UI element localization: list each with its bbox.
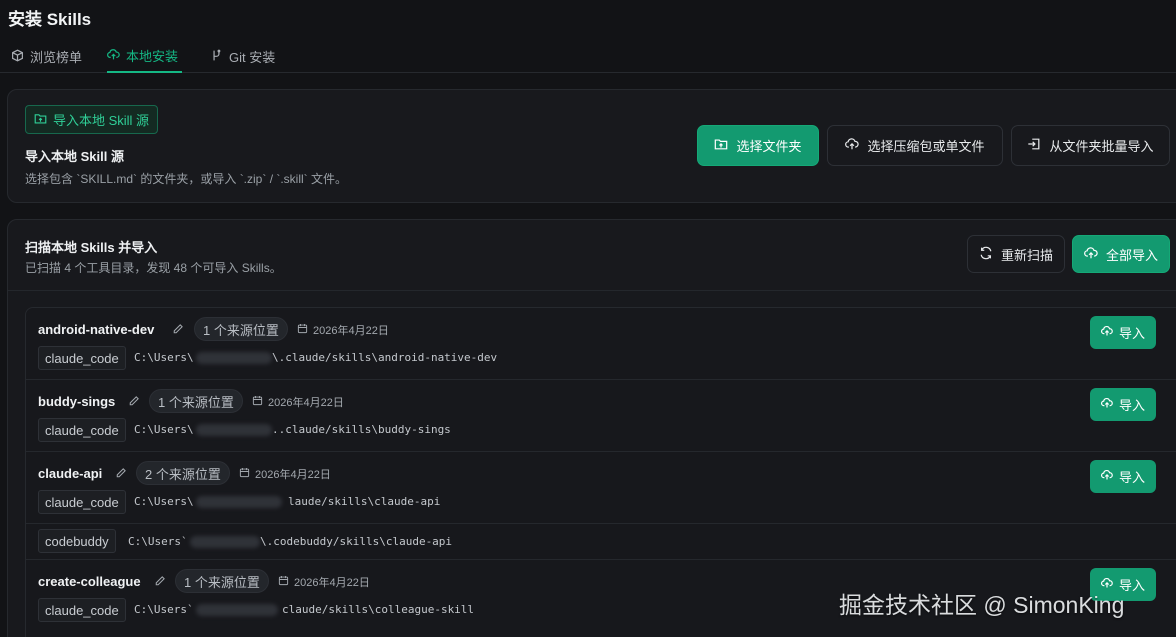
path-suffix: \.codebuddy/skills\claude-api bbox=[260, 535, 453, 548]
date-label: 2026年4月22日 bbox=[239, 466, 331, 482]
redacted-username bbox=[196, 496, 282, 508]
folder-upload-icon bbox=[34, 112, 47, 128]
import-button[interactable]: 导入 bbox=[1090, 388, 1156, 421]
rescan-label: 重新扫描 bbox=[1000, 247, 1053, 263]
scan-divider bbox=[8, 290, 1176, 291]
cube-icon bbox=[11, 49, 24, 65]
tab-git-label: Git 安装 bbox=[229, 50, 276, 65]
rescan-button[interactable]: 重新扫描 bbox=[967, 235, 1065, 273]
import-source-chip: 导入本地 Skill 源 bbox=[25, 105, 159, 134]
path-prefix: C:\Users` bbox=[134, 603, 194, 616]
redacted-username bbox=[196, 352, 272, 364]
import-source-chip-label: 导入本地 Skill 源 bbox=[53, 113, 150, 128]
skill-name: create-colleague bbox=[38, 574, 141, 589]
import-label: 导入 bbox=[1118, 470, 1145, 485]
tab-local[interactable]: 本地安装 bbox=[107, 40, 183, 73]
tool-tag: claude_code bbox=[38, 490, 126, 514]
sources-badge: 2 个来源位置 bbox=[136, 461, 230, 485]
date-text: 2026年4月22日 bbox=[268, 397, 344, 409]
watermark: 掘金技术社区 @ SimonKing bbox=[839, 592, 1125, 618]
skill-name: android-native-dev bbox=[38, 322, 155, 337]
cloud-upload-icon bbox=[1100, 469, 1113, 484]
tab-browse[interactable]: 浏览榜单 bbox=[11, 40, 82, 73]
skill-row: claude-api 2 个来源位置 2026年4月22日 claude_cod… bbox=[26, 452, 1176, 524]
path-suffix: ..claude/skills\buddy-sings bbox=[272, 423, 451, 436]
skill-row: buddy-sings 1 个来源位置 2026年4月22日 claude_co… bbox=[26, 380, 1176, 452]
sources-badge: 1 个来源位置 bbox=[149, 389, 243, 413]
import-button[interactable]: 导入 bbox=[1090, 316, 1156, 349]
tool-tag: codebuddy bbox=[38, 529, 116, 553]
date-text: 2026年4月22日 bbox=[255, 469, 331, 481]
redacted-username bbox=[196, 604, 278, 616]
path-prefix: C:\Users` bbox=[128, 535, 188, 548]
path-prefix: C:\Users\ bbox=[134, 423, 194, 436]
calendar-icon bbox=[297, 323, 308, 337]
skill-source-row: codebuddy C:\Users` \.codebuddy/skills\c… bbox=[26, 524, 1176, 560]
git-icon bbox=[210, 49, 223, 65]
path-suffix: claude/skills\colleague-skill bbox=[282, 603, 475, 616]
skill-name: buddy-sings bbox=[38, 394, 116, 409]
sources-badge: 1 个来源位置 bbox=[175, 569, 269, 593]
date-text: 2026年4月22日 bbox=[294, 577, 370, 589]
import-source-description: 选择包含 `SKILL.md` 的文件夹，或导入 `.zip` / `.skil… bbox=[25, 172, 348, 186]
import-source-card: 导入本地 Skill 源 导入本地 Skill 源 选择包含 `SKILL.md… bbox=[7, 89, 1176, 203]
date-text: 2026年4月22日 bbox=[313, 325, 389, 337]
import-button[interactable]: 导入 bbox=[1090, 460, 1156, 493]
tool-tag: claude_code bbox=[38, 346, 126, 370]
calendar-icon bbox=[252, 395, 263, 409]
tool-tag: claude_code bbox=[38, 418, 126, 442]
date-label: 2026年4月22日 bbox=[278, 574, 370, 590]
tab-git[interactable]: Git 安装 bbox=[210, 40, 275, 73]
pencil-icon[interactable] bbox=[115, 467, 127, 479]
import-all-button[interactable]: 全部导入 bbox=[1072, 235, 1170, 273]
choose-archive-label: 选择压缩包或单文件 bbox=[867, 139, 985, 154]
choose-archive-button[interactable]: 选择压缩包或单文件 bbox=[827, 125, 1003, 166]
tab-browse-label: 浏览榜单 bbox=[30, 50, 83, 65]
tab-bar: 浏览榜单 本地安装 Git 安装 bbox=[0, 40, 1176, 73]
pencil-icon[interactable] bbox=[128, 395, 140, 407]
calendar-icon bbox=[239, 467, 250, 481]
import-all-label: 全部导入 bbox=[1105, 247, 1158, 263]
cloud-upload-icon bbox=[1100, 325, 1113, 340]
cloud-upload-icon bbox=[1084, 246, 1098, 263]
import-label: 导入 bbox=[1118, 326, 1145, 341]
calendar-icon bbox=[278, 575, 289, 589]
path-suffix: laude/skills\claude-api bbox=[288, 495, 441, 508]
skill-row: android-native-dev 1 个来源位置 2026年4月22日 cl… bbox=[26, 308, 1176, 380]
cloud-upload-icon bbox=[845, 137, 860, 154]
date-label: 2026年4月22日 bbox=[297, 322, 389, 338]
pencil-icon[interactable] bbox=[154, 575, 166, 587]
path-prefix: C:\Users\ bbox=[134, 495, 194, 508]
import-source-heading: 导入本地 Skill 源 bbox=[25, 149, 124, 164]
tab-local-label: 本地安装 bbox=[126, 49, 179, 64]
date-label: 2026年4月22日 bbox=[252, 394, 344, 410]
redacted-username bbox=[190, 536, 260, 548]
redacted-username bbox=[196, 424, 272, 436]
path-suffix: \.claude/skills\android-native-dev bbox=[272, 351, 498, 364]
batch-import-label: 从文件夹批量导入 bbox=[1049, 139, 1154, 154]
scan-card: 扫描本地 Skills 并导入 已扫描 4 个工具目录，发现 48 个可导入 S… bbox=[7, 219, 1176, 637]
tool-tag: claude_code bbox=[38, 598, 126, 622]
folder-upload-icon bbox=[714, 137, 728, 154]
choose-folder-button[interactable]: 选择文件夹 bbox=[697, 125, 819, 166]
pencil-icon[interactable] bbox=[172, 323, 184, 335]
cloud-upload-icon bbox=[107, 48, 120, 64]
scan-heading: 扫描本地 Skills 并导入 bbox=[25, 240, 158, 255]
cloud-upload-icon bbox=[1100, 397, 1113, 412]
import-label: 导入 bbox=[1118, 398, 1145, 413]
batch-import-button[interactable]: 从文件夹批量导入 bbox=[1011, 125, 1170, 166]
import-into-icon bbox=[1027, 137, 1041, 154]
refresh-icon bbox=[979, 246, 993, 263]
choose-folder-label: 选择文件夹 bbox=[736, 139, 802, 154]
path-prefix: C:\Users\ bbox=[134, 351, 194, 364]
skill-name: claude-api bbox=[38, 466, 103, 481]
scan-summary: 已扫描 4 个工具目录，发现 48 个可导入 Skills。 bbox=[25, 261, 282, 275]
sources-badge: 1 个来源位置 bbox=[194, 317, 288, 341]
page-title: 安装 Skills bbox=[8, 10, 92, 29]
